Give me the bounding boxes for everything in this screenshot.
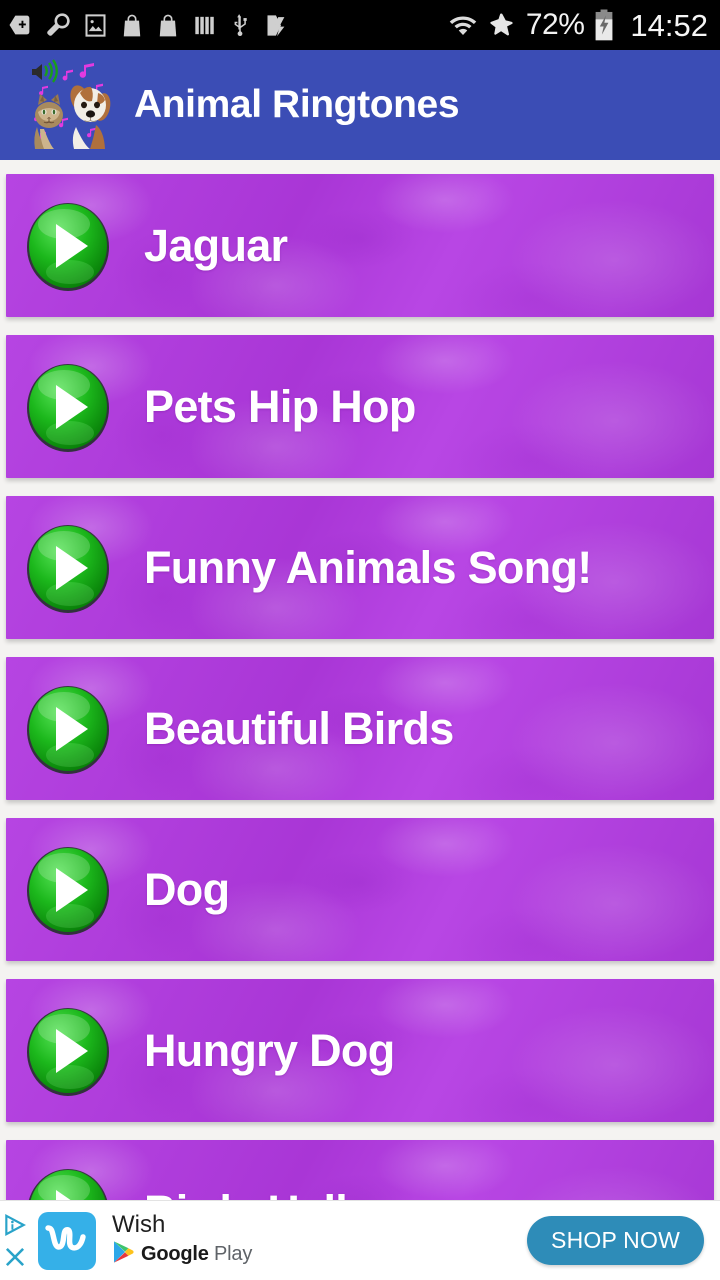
phone-screen: 72% 14:52 Animal Ringtones Jaguar Pets H… bbox=[0, 0, 720, 1280]
clock-label: 14:52 bbox=[630, 7, 708, 43]
ad-banner[interactable]: Wish Google Play SHOP NOW bbox=[0, 1200, 720, 1280]
list-item[interactable]: Dog bbox=[6, 818, 714, 961]
ringtone-list[interactable]: Jaguar Pets Hip Hop Funny Animals Song! … bbox=[0, 160, 720, 1280]
list-item[interactable]: Pets Hip Hop bbox=[6, 335, 714, 478]
play-icon[interactable] bbox=[20, 842, 116, 938]
app-bar: Animal Ringtones bbox=[0, 50, 720, 160]
list-item-label: Pets Hip Hop bbox=[144, 380, 416, 432]
google-play-bold: Google bbox=[141, 1243, 209, 1266]
ad-text-block: Wish Google Play bbox=[112, 1212, 527, 1269]
play-icon[interactable] bbox=[20, 198, 116, 294]
play-icon[interactable] bbox=[20, 1003, 116, 1099]
status-bar-left-icons bbox=[6, 11, 448, 39]
airplane-mode-icon bbox=[487, 11, 517, 39]
list-item[interactable]: Funny Animals Song! bbox=[6, 496, 714, 639]
page-title: Animal Ringtones bbox=[134, 83, 460, 126]
google-play-icon bbox=[112, 1240, 134, 1269]
list-item-label: Funny Animals Song! bbox=[144, 541, 592, 593]
shop-now-button[interactable]: SHOP NOW bbox=[527, 1216, 704, 1265]
wrench-icon bbox=[44, 11, 72, 39]
battery-charging-icon bbox=[593, 9, 615, 41]
list-item-label: Jaguar bbox=[144, 219, 288, 271]
image-icon bbox=[82, 12, 109, 39]
play-icon[interactable] bbox=[20, 359, 116, 455]
status-bar: 72% 14:52 bbox=[0, 0, 720, 50]
ad-choices-icon[interactable] bbox=[2, 1212, 28, 1238]
list-item-label: Beautiful Birds bbox=[144, 702, 454, 754]
list-item[interactable]: Hungry Dog bbox=[6, 979, 714, 1122]
list-item[interactable]: Jaguar bbox=[6, 174, 714, 317]
list-item[interactable]: Beautiful Birds bbox=[6, 657, 714, 800]
bars-icon bbox=[191, 12, 217, 39]
play-icon[interactable] bbox=[20, 681, 116, 777]
shopping-bag-icon bbox=[119, 12, 145, 39]
cat-dog-music-app-icon bbox=[18, 57, 114, 153]
google-play-light: Play bbox=[208, 1243, 253, 1266]
ad-controls bbox=[0, 1201, 30, 1280]
google-play-label: Google Play bbox=[141, 1243, 252, 1266]
usb-icon bbox=[227, 11, 253, 39]
wifi-icon bbox=[448, 12, 478, 38]
status-bar-right-icons: 72% 14:52 bbox=[448, 9, 708, 41]
sd-card-plus-icon bbox=[6, 11, 34, 39]
list-item-label: Dog bbox=[144, 863, 230, 915]
list-item-label: Hungry Dog bbox=[144, 1024, 395, 1076]
battery-percent-label: 72% bbox=[525, 8, 585, 41]
play-icon[interactable] bbox=[20, 520, 116, 616]
wish-app-icon[interactable] bbox=[38, 1211, 96, 1270]
close-icon[interactable] bbox=[2, 1244, 28, 1270]
ad-advertiser-name: Wish bbox=[112, 1210, 166, 1238]
shopping-bag-icon-2 bbox=[155, 12, 181, 39]
ad-store-badge: Google Play bbox=[112, 1240, 527, 1269]
tasks-check-icon bbox=[263, 12, 290, 39]
